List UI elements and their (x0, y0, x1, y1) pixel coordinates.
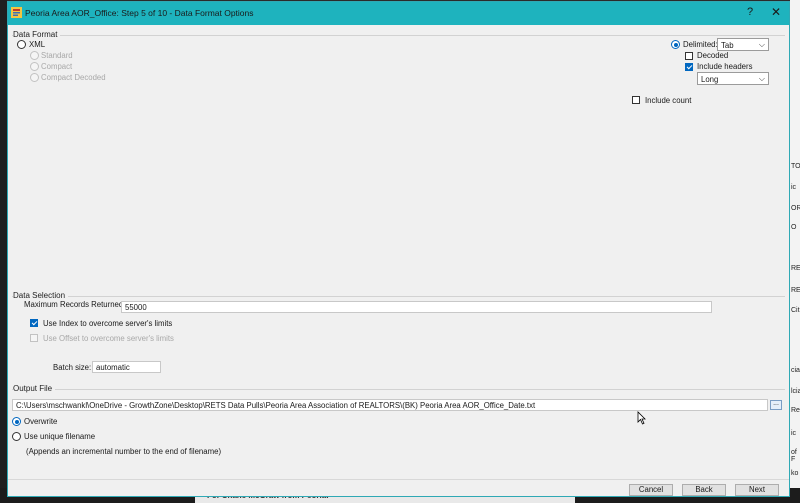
background-right-window: TO ic OR O RE RE Cit cia lcia Re ic of F… (790, 0, 800, 503)
xml-compact-radio[interactable] (30, 62, 39, 71)
bg-fragment: O (791, 224, 797, 231)
mouse-cursor-icon (637, 411, 646, 425)
decoded-label: Decoded (697, 51, 729, 60)
bg-fragment: ko (791, 470, 799, 477)
chevron-down-icon: ⌵ (758, 74, 765, 83)
delimiter-value: Tab (721, 40, 734, 50)
bg-fragment: ic (791, 430, 797, 437)
background-left-strip (0, 0, 7, 503)
delimiter-select[interactable]: Tab ⌵ (717, 38, 769, 51)
bg-fragment: Re (791, 407, 800, 414)
headers-format-select[interactable]: Long ⌵ (697, 72, 769, 85)
batch-size-value: automatic (96, 363, 130, 372)
bg-fragment: Cit (791, 307, 800, 314)
xml-compact-decoded-label: Compact Decoded (41, 73, 106, 82)
overwrite-label: Overwrite (24, 417, 58, 426)
data-format-group: Data Format (12, 30, 785, 39)
bg-fragment: TO (791, 163, 800, 170)
bg-fragment: ic (791, 184, 797, 191)
delimited-label: Delimited: (683, 40, 718, 49)
xml-standard-radio[interactable] (30, 51, 39, 60)
app-icon (11, 7, 22, 18)
close-button[interactable]: ✕ (771, 5, 781, 19)
decoded-checkbox[interactable] (685, 52, 693, 60)
unique-filename-label: Use unique filename (24, 432, 96, 441)
output-path-input[interactable]: C:\Users\mschwankl\OneDrive - GrowthZone… (12, 399, 768, 411)
max-records-input[interactable]: 55000 (121, 301, 712, 313)
data-selection-group: Data Selection (12, 291, 785, 300)
data-format-dialog: Peoria Area AOR_Office: Step 5 of 10 - D… (7, 1, 790, 497)
output-file-group: Output File (12, 384, 785, 393)
cancel-button[interactable]: Cancel (629, 484, 673, 496)
output-file-group-label: Output File (13, 384, 56, 393)
window-title: Peoria Area AOR_Office: Step 5 of 10 - D… (25, 8, 254, 18)
batch-size-input[interactable]: automatic (92, 361, 161, 373)
use-offset-label: Use Offset to overcome server's limits (43, 334, 174, 343)
bg-fragment: lcia (791, 388, 800, 395)
help-button[interactable]: ? (747, 6, 753, 18)
batch-size-label: Batch size: (53, 363, 92, 372)
xml-standard-label: Standard (41, 51, 73, 60)
max-records-value: 55000 (125, 303, 147, 312)
back-button[interactable]: Back (682, 484, 726, 496)
next-button[interactable]: Next (735, 484, 779, 496)
include-headers-checkbox[interactable] (685, 63, 693, 71)
xml-compact-label: Compact (41, 62, 73, 71)
bg-fragment: RE (791, 287, 800, 294)
xml-compact-decoded-radio[interactable] (30, 73, 39, 82)
use-index-label: Use Index to overcome server's limits (43, 319, 173, 328)
overwrite-radio[interactable] (12, 417, 21, 426)
bg-fragment: cia (791, 367, 800, 374)
use-offset-checkbox[interactable] (30, 334, 38, 342)
unique-filename-note: (Appends an incremental number to the en… (26, 447, 222, 456)
bg-fragment: OR (791, 205, 800, 212)
use-index-checkbox[interactable] (30, 319, 38, 327)
include-headers-label: Include headers (697, 62, 753, 71)
data-selection-group-label: Data Selection (13, 291, 69, 300)
bg-fragment: of F (791, 449, 797, 463)
xml-label: XML (29, 40, 46, 49)
output-path-value: C:\Users\mschwankl\OneDrive - GrowthZone… (16, 401, 536, 410)
max-records-label: Maximum Records Returned: (24, 300, 126, 309)
data-format-group-label: Data Format (13, 30, 61, 39)
bg-fragment: RE (791, 265, 800, 272)
include-count-checkbox[interactable] (632, 96, 640, 104)
dialog-footer: Cancel Back Next (8, 479, 789, 498)
include-count-label: Include count (645, 96, 692, 105)
chevron-down-icon: ⌵ (758, 40, 765, 49)
delimited-radio[interactable] (671, 40, 680, 49)
unique-filename-radio[interactable] (12, 432, 21, 441)
browse-button[interactable]: ... (770, 400, 782, 410)
xml-radio[interactable] (17, 40, 26, 49)
title-bar[interactable]: Peoria Area AOR_Office: Step 5 of 10 - D… (8, 2, 789, 25)
headers-format-value: Long (701, 74, 719, 84)
